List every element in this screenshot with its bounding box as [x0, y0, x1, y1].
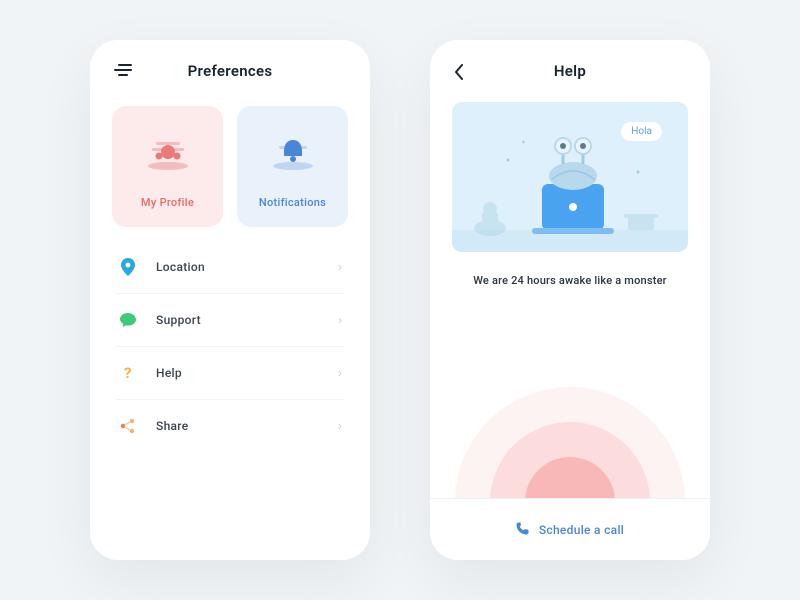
- help-illustration: Hola: [452, 102, 688, 252]
- chevron-right-icon: ›: [338, 366, 342, 381]
- preferences-header: Preferences: [90, 40, 370, 90]
- card-profile-label: My Profile: [141, 196, 194, 209]
- help-subtitle: We are 24 hours awake like a monster: [430, 252, 710, 287]
- preferences-screen: Preferences My Profile: [90, 40, 370, 560]
- card-notifications[interactable]: Notifications: [237, 106, 348, 227]
- schedule-call-button[interactable]: Schedule a call: [430, 498, 710, 560]
- help-screen: Help: [430, 40, 710, 560]
- chat-bubble-icon: [118, 310, 138, 330]
- menu-support-label: Support: [156, 313, 338, 327]
- card-notifications-label: Notifications: [259, 196, 326, 209]
- menu-share[interactable]: Share ›: [116, 400, 344, 452]
- notifications-icon: [269, 130, 317, 178]
- schedule-call-label: Schedule a call: [539, 523, 624, 537]
- menu-help[interactable]: ? Help ›: [116, 347, 344, 400]
- pulse-rings-decoration: [460, 382, 680, 502]
- menu-share-label: Share: [156, 419, 338, 433]
- menu-location-label: Location: [156, 260, 338, 274]
- back-icon[interactable]: [454, 64, 472, 78]
- menu-icon[interactable]: [114, 64, 132, 78]
- share-icon: [118, 416, 138, 436]
- menu-help-label: Help: [156, 366, 338, 380]
- preferences-title: Preferences: [188, 62, 273, 80]
- help-title: Help: [554, 62, 586, 80]
- chevron-right-icon: ›: [338, 260, 342, 275]
- preferences-list: Location › Support › ? Help ›: [90, 235, 370, 452]
- chevron-right-icon: ›: [338, 313, 342, 328]
- preference-cards: My Profile Notifications: [90, 90, 370, 235]
- menu-support[interactable]: Support ›: [116, 294, 344, 347]
- speech-bubble: Hola: [621, 122, 662, 141]
- card-my-profile[interactable]: My Profile: [112, 106, 223, 227]
- location-pin-icon: [118, 257, 138, 277]
- svg-text:?: ?: [124, 365, 131, 381]
- chevron-right-icon: ›: [338, 419, 342, 434]
- question-icon: ?: [118, 363, 138, 383]
- help-header: Help: [430, 40, 710, 90]
- profile-icon: [144, 130, 192, 178]
- menu-location[interactable]: Location ›: [116, 241, 344, 294]
- phone-icon: [516, 520, 529, 539]
